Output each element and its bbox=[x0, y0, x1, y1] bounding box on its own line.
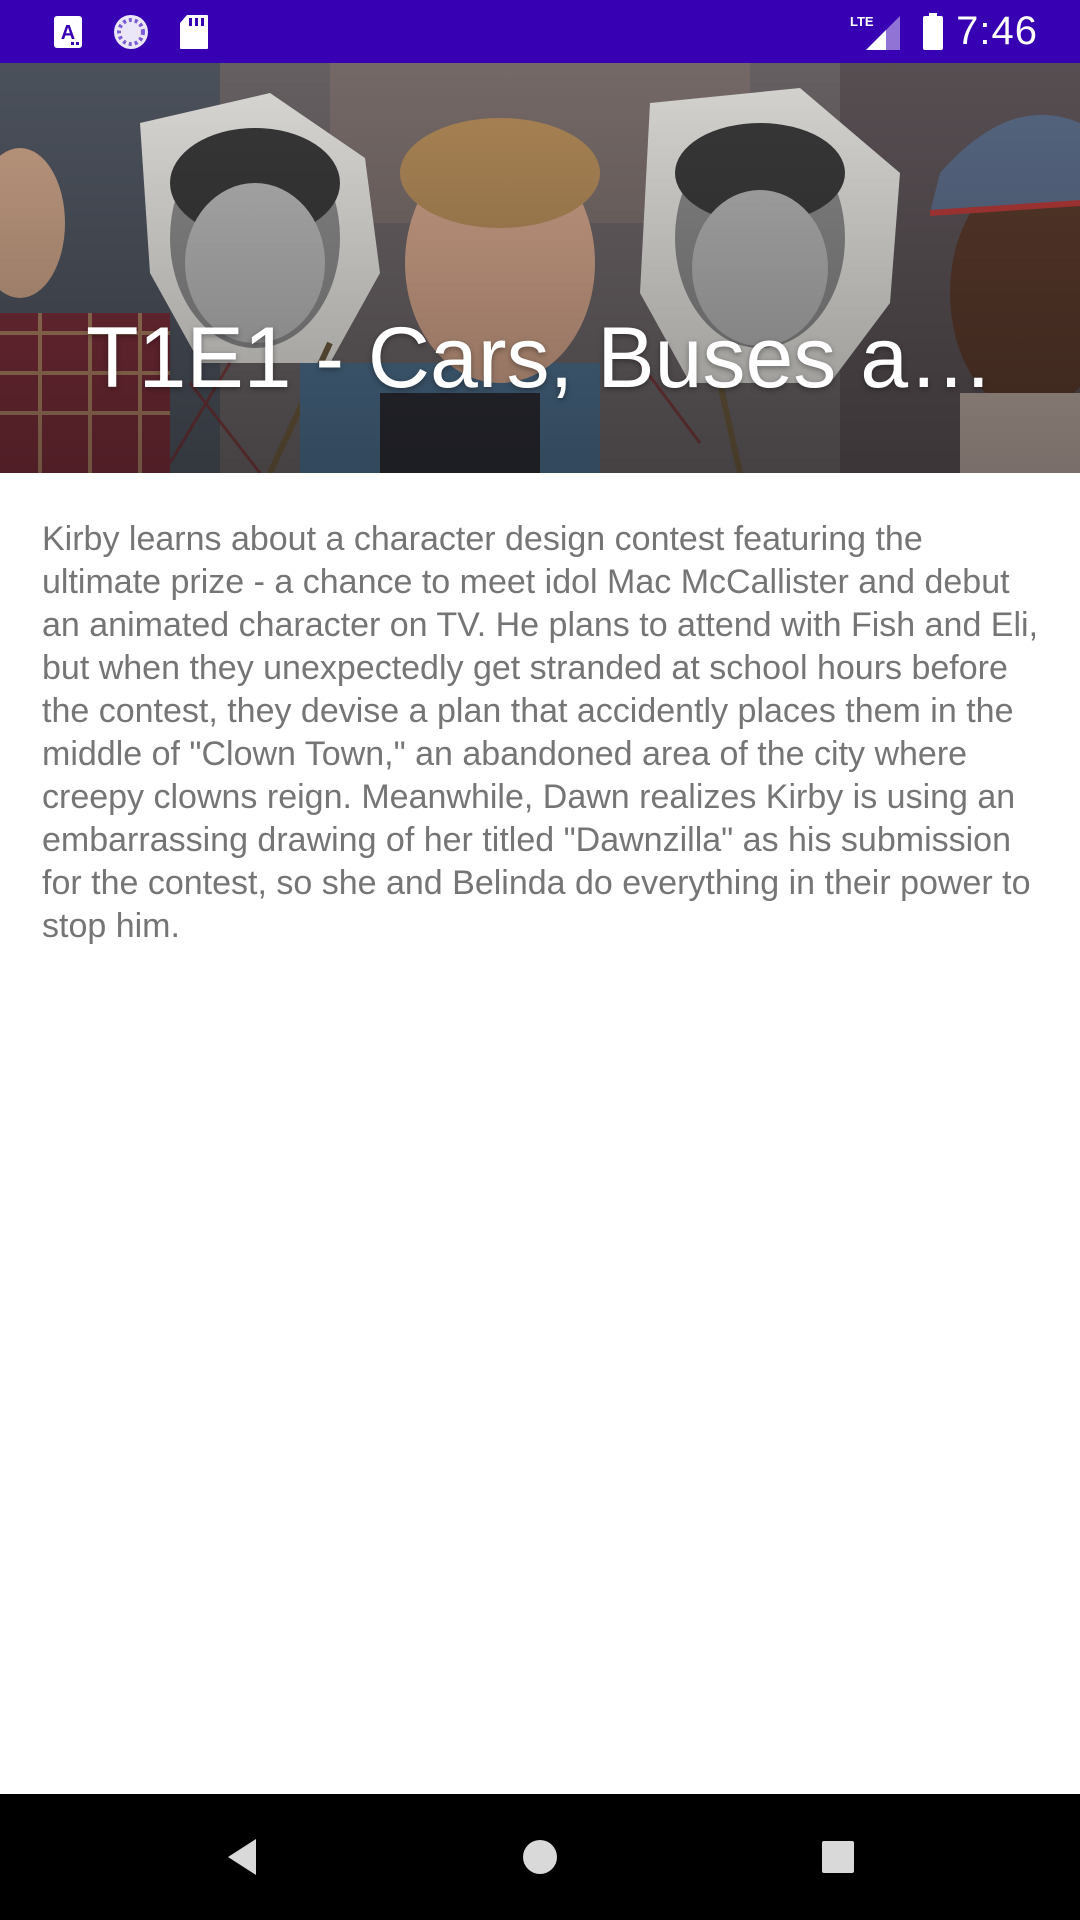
recents-icon[interactable] bbox=[778, 1794, 898, 1920]
sd-card-icon bbox=[176, 0, 212, 63]
episode-description: Kirby learns about a character design co… bbox=[42, 520, 1039, 945]
battery-icon bbox=[918, 0, 948, 63]
svg-text:A: A bbox=[61, 22, 75, 44]
episode-detail-screen: A LTE 7:46 T1E1 - Cars, Buses a… Kirby l… bbox=[0, 0, 1080, 1920]
sync-icon bbox=[110, 0, 152, 63]
lte-label: LTE bbox=[850, 14, 874, 29]
home-icon[interactable] bbox=[480, 1794, 600, 1920]
status-bar: A LTE 7:46 bbox=[0, 0, 1080, 63]
navigation-bar bbox=[0, 1794, 1080, 1920]
episode-header-image: T1E1 - Cars, Buses a… bbox=[0, 63, 1080, 473]
status-clock: 7:46 bbox=[956, 9, 1038, 53]
episode-title: T1E1 - Cars, Buses a… bbox=[85, 310, 995, 406]
font-app-icon: A bbox=[50, 0, 86, 63]
lte-signal-icon: LTE bbox=[850, 0, 902, 63]
back-icon[interactable] bbox=[182, 1794, 302, 1920]
